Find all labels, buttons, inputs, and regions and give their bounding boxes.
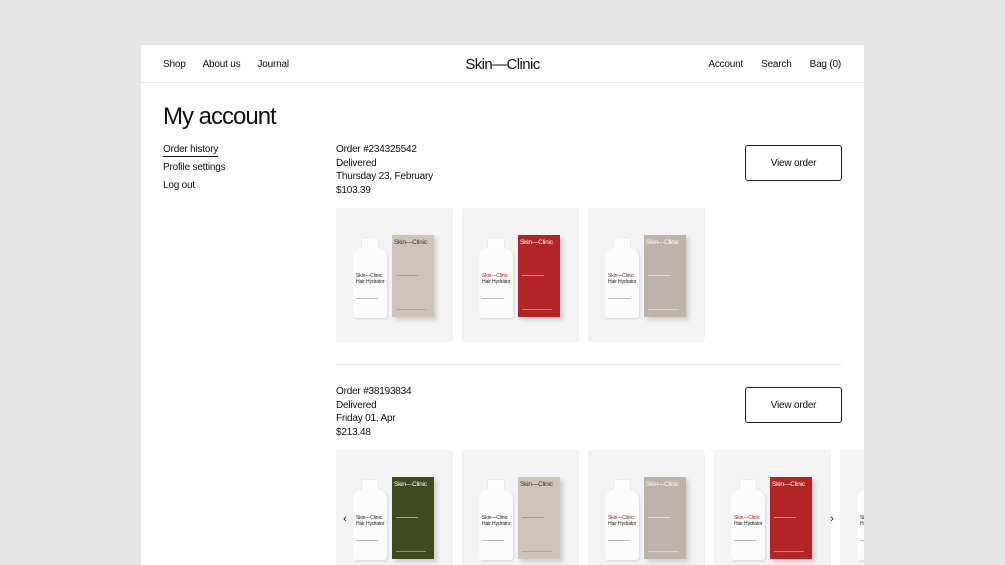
box-detail-line [522, 517, 544, 518]
box-detail-line [648, 517, 670, 518]
bottle-detail-line [482, 540, 504, 541]
box-brand: Skin—Clinic [646, 239, 679, 246]
box-detail-line [648, 275, 670, 276]
bottle-product-name: Hair Hydrator [482, 520, 511, 527]
bottle-label: Skin—ClinicHair Hydrator [608, 515, 637, 527]
bottle-label: Skin—ClinicHair Hydrator [356, 515, 385, 527]
bottle-product-name: Hair Hydrator [482, 278, 511, 285]
box-detail-line [396, 551, 426, 552]
order-products: Skin—Clinic Hair Hydrator Skin—Clinic Skin—… [336, 208, 705, 342]
bottle-detail-line [860, 540, 864, 541]
bottle-detail-line [356, 540, 378, 541]
product-box: Skin—Clinic [392, 477, 434, 559]
box-detail-line [774, 551, 804, 552]
product-thumbnail[interactable]: Skin—ClinicHair Hydrator Skin—Clinic [336, 208, 453, 342]
box-detail-line [396, 275, 418, 276]
product-box: Skin—Clinic [518, 477, 560, 559]
product-box: Skin—Clinic [392, 235, 434, 317]
bottle-product-name: Hair Hydrator [734, 520, 763, 527]
product-box: Skin—Clinic [644, 235, 686, 317]
box-brand: Skin—Clinic [394, 481, 427, 488]
product-bottle: Skin—ClinicHair Hydrator [605, 490, 639, 560]
view-order-button[interactable]: View order [745, 387, 842, 423]
product-bottle: Skin—ClinicHair Hydrator [353, 490, 387, 560]
box-brand: Skin—Clinic [394, 239, 427, 246]
bottle-product-name: Hair Hydrator [608, 520, 637, 527]
bottle-detail-line [608, 540, 630, 541]
box-detail-line [522, 275, 544, 276]
box-brand: Skin—Clinic [646, 481, 679, 488]
product-thumbnail[interactable]: Skin—ClinicHair Hydrator Skin—Clinic [588, 208, 705, 342]
product-bottle: Skin—ClinicHair Hydrator [479, 490, 513, 560]
product-thumbnail[interactable]: Skin—ClinicHair Hydrator Skin—Clinic [714, 450, 831, 565]
bottle-label: Skin—ClinicHair Hydrator [482, 515, 511, 527]
side-item-label: Profile settings [163, 162, 226, 173]
product-thumbnail[interactable]: Skin—ClinicHair Hydrator Skin—Clinic [336, 450, 453, 565]
bottle-product-name: Hair Hydrator [860, 520, 864, 527]
bottle-product-name: Hair Hydrator [608, 278, 637, 285]
box-detail-line [396, 309, 426, 310]
view-order-button[interactable]: View order [745, 145, 842, 181]
product-thumbnail[interactable]: Skin—ClinicHair Hydrator Skin—Clinic [462, 208, 579, 342]
order-total: $103.39 [336, 184, 371, 196]
bottle-detail-line [734, 540, 756, 541]
product-box: Skin—Clinic [644, 477, 686, 559]
box-detail-line [522, 309, 552, 310]
chevron-right-icon[interactable]: › [825, 511, 839, 527]
product-thumbnail[interactable]: Skin—ClinicHair Hydrator Skin—Clinic [462, 450, 579, 565]
order-divider [336, 364, 842, 365]
utility-nav: Account Search Bag (0) [708, 59, 841, 70]
bottle-detail-line [608, 298, 630, 299]
bottle-label: Skin—ClinicHair Hydrator [734, 515, 763, 527]
box-brand: Skin—Clinic [520, 239, 553, 246]
account-page: Shop About us Journal Skin—Clinic Accoun… [141, 45, 864, 565]
box-detail-line [774, 517, 796, 518]
box-detail-line [396, 517, 418, 518]
product-bottle: Skin—ClinicHair Hydrator [605, 248, 639, 318]
side-item-label: Log out [163, 180, 195, 191]
box-detail-line [648, 551, 678, 552]
order-card: Order #38193834 Delivered Friday 01, Apr… [336, 385, 864, 565]
box-brand: Skin—Clinic [520, 481, 553, 488]
order-products-carousel: Skin—Clinic Hair Hydrator Skin—Clinic Skin—… [336, 450, 864, 565]
bottle-product-name: Hair Hydrator [356, 278, 385, 285]
account-side-menu: Order history Profile settings Log out [163, 144, 226, 198]
side-item-profile-settings[interactable]: Profile settings [163, 162, 226, 180]
box-detail-line [648, 309, 678, 310]
order-card: Order #234325542 Delivered Thursday 23, … [336, 143, 842, 342]
product-thumbnail[interactable]: Skin—ClinicHair Hydrator Skin—Clinic [588, 450, 705, 565]
box-detail-line [522, 551, 552, 552]
side-item-log-out[interactable]: Log out [163, 180, 225, 198]
side-item-label: Order history [163, 144, 219, 157]
product-box: Skin—Clinic [770, 477, 812, 559]
nav-account[interactable]: Account [708, 59, 743, 70]
nav-bag[interactable]: Bag (0) [810, 59, 842, 70]
bottle-label: Skin—ClinicHair Hydrator [608, 273, 637, 285]
bottle-detail-line [482, 298, 504, 299]
box-brand: Skin—Clinic [772, 481, 805, 488]
header-bar: Shop About us Journal Skin—Clinic Accoun… [141, 45, 864, 83]
product-thumbnail[interactable]: Skin—ClinicHair HydratorSkin—Clinic [840, 450, 864, 565]
bottle-detail-line [356, 298, 378, 299]
product-box: Skin—Clinic [518, 235, 560, 317]
product-bottle: Skin—ClinicHair Hydrator [353, 248, 387, 318]
bottle-product-name: Hair Hydrator [356, 520, 385, 527]
bottle-label: Skin—ClinicHair Hydrator [860, 515, 864, 527]
order-total: $213.48 [336, 426, 371, 438]
bottle-label: Skin—ClinicHair Hydrator [482, 273, 511, 285]
chevron-left-icon[interactable]: ‹ [338, 511, 352, 527]
product-bottle: Skin—ClinicHair Hydrator [857, 490, 864, 560]
bottle-label: Skin—ClinicHair Hydrator [356, 273, 385, 285]
side-item-order-history[interactable]: Order history [163, 144, 225, 162]
product-bottle: Skin—ClinicHair Hydrator [479, 248, 513, 318]
page-title: My account [163, 103, 277, 130]
nav-search[interactable]: Search [761, 59, 792, 70]
product-bottle: Skin—ClinicHair Hydrator [731, 490, 765, 560]
